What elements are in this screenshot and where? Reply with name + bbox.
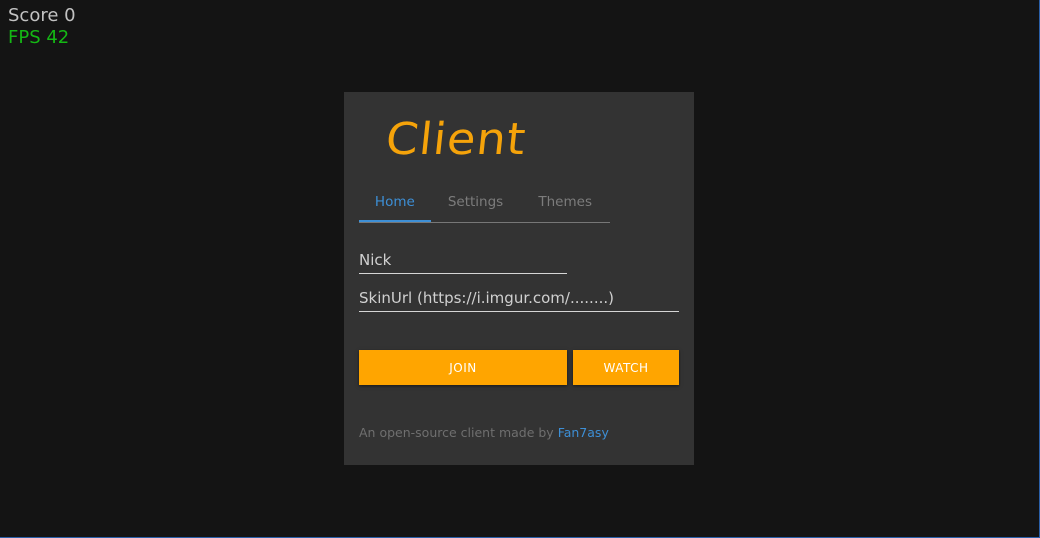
author-link[interactable]: Fan7asy bbox=[558, 425, 609, 440]
join-button[interactable]: JOIN bbox=[359, 350, 567, 385]
tab-themes[interactable]: Themes bbox=[520, 188, 610, 222]
skin-url-input[interactable] bbox=[359, 284, 679, 312]
credits-footer: An open-source client made by Fan7asy bbox=[359, 425, 609, 440]
tab-settings[interactable]: Settings bbox=[431, 188, 521, 222]
credits-text: An open-source client made by bbox=[359, 425, 558, 440]
fps-readout: FPS 42 bbox=[8, 27, 70, 48]
tab-home[interactable]: Home bbox=[359, 188, 431, 222]
nick-input[interactable] bbox=[359, 246, 567, 274]
hud: Score 0 FPS 42 bbox=[8, 5, 76, 49]
watch-button[interactable]: WATCH bbox=[573, 350, 679, 385]
score-readout: Score 0 bbox=[8, 5, 76, 26]
main-menu-panel: Client Home Settings Themes JOIN WATCH A… bbox=[344, 92, 694, 465]
menu-tabs: Home Settings Themes bbox=[359, 188, 610, 223]
client-logo: Client bbox=[383, 114, 529, 165]
